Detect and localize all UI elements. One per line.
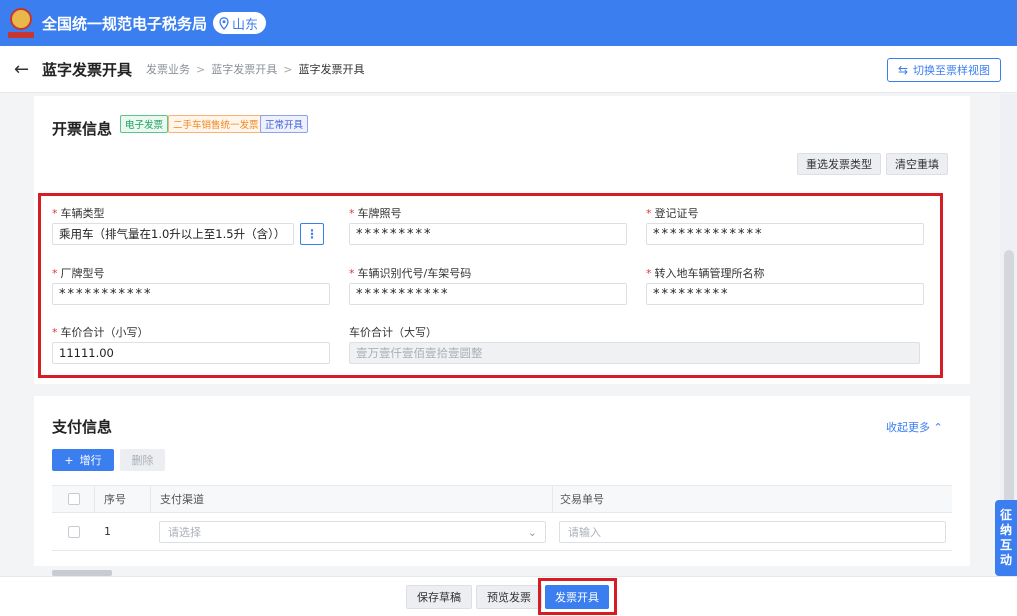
top-bar: 全国统一规范电子税务局 山东 [0,0,1017,46]
location-pin-icon [219,16,229,30]
breadcrumb-current: 蓝字发票开具 [298,63,365,76]
issue-mode-tag: 正常开具 [260,115,309,133]
tax-emblem-icon [8,8,34,38]
row-checkbox[interactable] [68,525,80,538]
clear-form-button[interactable]: 清空重填 [886,153,948,175]
breadcrumb-item[interactable]: 蓝字发票开具 [211,61,277,77]
interaction-side-tab[interactable]: 征 纳 互 动 [995,500,1017,576]
back-arrow-icon[interactable]: ← [14,59,34,80]
page-title: 蓝字发票开具 [42,60,133,79]
column-header: 交易单号 [560,493,604,506]
payment-channel-select[interactable]: 请选择 ⌄ [159,521,546,543]
reselect-invoice-type-button[interactable]: 重选发票类型 [797,153,881,175]
plus-icon: + [64,453,74,467]
chevron-up-icon: ⌃ [933,421,943,434]
add-row-button[interactable]: + 增行 [52,449,114,471]
column-header: 序号 [104,493,126,506]
highlight-frame [538,578,617,615]
breadcrumb-separator-icon: > [196,62,206,76]
page-header: ← 蓝字发票开具 发票业务 > 蓝字发票开具 > 蓝字发票开具 ⇆ 切换至票样视… [0,46,1017,93]
row-index: 1 [104,525,111,538]
switch-view-button[interactable]: ⇆ 切换至票样视图 [886,58,1001,82]
delete-row-button[interactable]: 删除 [120,449,165,471]
region-selector[interactable]: 山东 [213,12,267,34]
payment-table-header: 序号 支付渠道 交易单号 [52,485,952,513]
collapse-more-link[interactable]: 收起更多 ⌃ [886,419,943,435]
column-header: 支付渠道 [160,493,204,506]
select-all-checkbox[interactable] [68,493,80,505]
switch-icon: ⇆ [897,63,908,77]
section-title: 开票信息 [52,120,113,138]
breadcrumb-item[interactable]: 发票业务 [146,61,190,77]
region-label: 山东 [232,17,259,33]
breadcrumb: 发票业务 > 蓝字发票开具 > 蓝字发票开具 [146,61,364,77]
site-title: 全国统一规范电子税务局 [42,14,208,33]
invoice-type-tag: 电子发票 [120,115,169,133]
switch-view-label: 切换至票样视图 [913,64,990,77]
highlight-frame [38,193,943,378]
transaction-no-input[interactable]: 请输入 [559,521,946,543]
section-title: 支付信息 [52,418,113,436]
invoice-category-tag: 二手车销售统一发票 [168,115,264,133]
preview-invoice-button[interactable]: 预览发票 [476,585,542,609]
chevron-down-icon: ⌄ [527,525,537,539]
save-draft-button[interactable]: 保存草稿 [406,585,472,609]
breadcrumb-separator-icon: > [283,62,293,76]
